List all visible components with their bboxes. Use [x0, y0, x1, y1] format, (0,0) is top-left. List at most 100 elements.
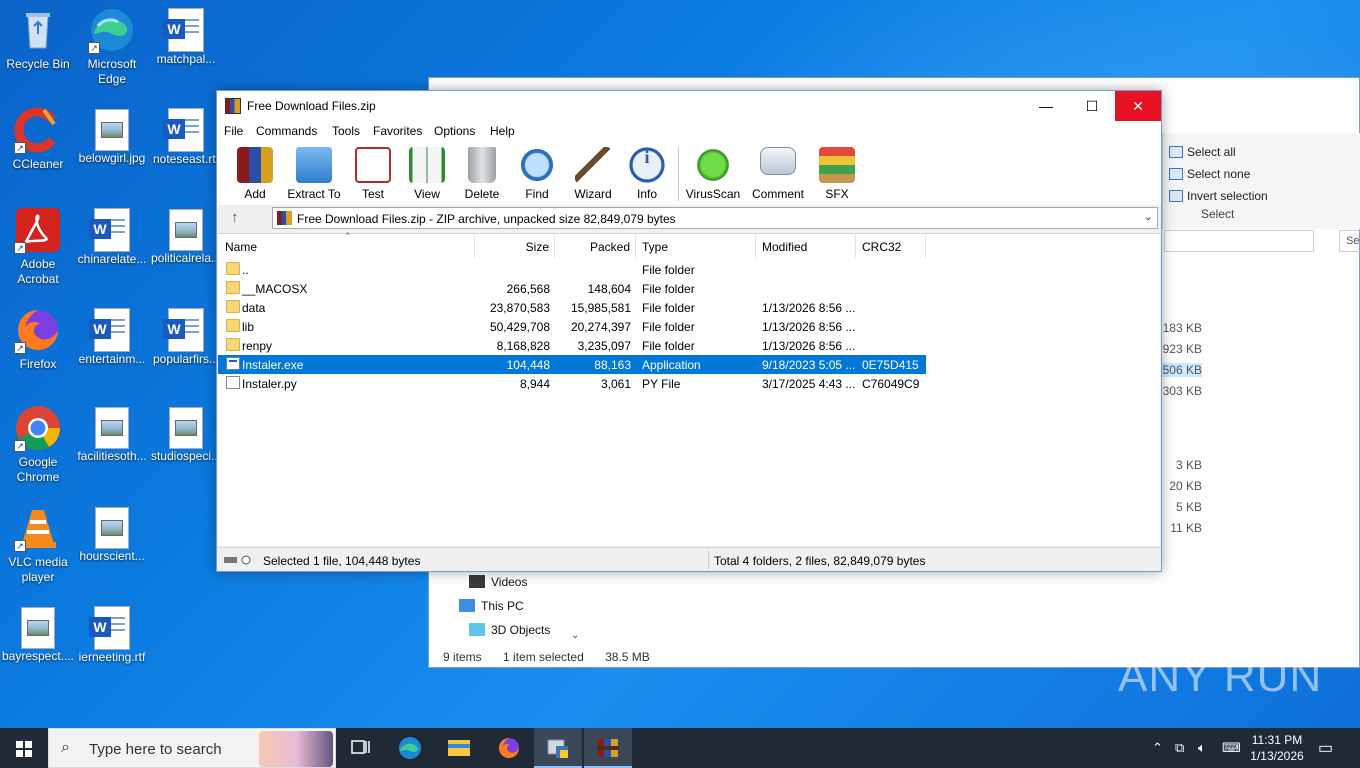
- table-row[interactable]: lib 50,429,708 20,274,397 File folder 1/…: [218, 317, 926, 336]
- file-size-selected: 506 KB: [1162, 363, 1202, 377]
- volume-icon[interactable]: 🔈︎: [1198, 740, 1206, 756]
- desktop-icon-google-chrome[interactable]: ↗ Google Chrome: [0, 404, 76, 485]
- menu-options[interactable]: Options: [434, 124, 475, 138]
- find-button[interactable]: Find: [510, 147, 564, 201]
- desktop-icon-popularfirs[interactable]: W popularfirs...: [148, 306, 224, 367]
- desktop-icon-matchpal[interactable]: W matchpal...: [148, 6, 224, 67]
- add-archive-icon: [237, 147, 273, 183]
- nav-item-3d-objects[interactable]: 3D Objects: [469, 623, 550, 637]
- scroll-down-icon[interactable]: ⌄: [571, 630, 579, 641]
- file-modified: 1/13/2026 8:56 ...: [762, 320, 856, 334]
- drive-icon: [224, 555, 251, 565]
- table-row[interactable]: data 23,870,583 15,985,581 File folder 1…: [218, 298, 926, 317]
- taskbar-edge[interactable]: [386, 728, 434, 768]
- menu-commands[interactable]: Commands: [256, 124, 317, 138]
- title-bar[interactable]: Free Download Files.zip — ☐ ✕: [217, 91, 1161, 121]
- file-name: Instaler.py: [242, 377, 297, 391]
- desktop-icon-studiospeci[interactable]: studiospeci...: [148, 404, 224, 464]
- extract-to-button[interactable]: Extract To: [286, 147, 342, 201]
- nav-item-videos[interactable]: Videos: [469, 575, 527, 589]
- up-arrow-icon[interactable]: ↑: [231, 209, 239, 226]
- network-icon[interactable]: ⧉: [1175, 740, 1184, 756]
- info-button[interactable]: i Info: [620, 147, 674, 201]
- extract-folder-icon: [296, 147, 332, 183]
- nav-item-this-pc[interactable]: This PC: [459, 599, 524, 613]
- winrar-window[interactable]: Free Download Files.zip — ☐ ✕ File Comma…: [216, 90, 1162, 572]
- image-file-icon: [95, 109, 129, 151]
- desktop-icon-adobe-acrobat[interactable]: ↗ Adobe Acrobat: [0, 206, 76, 287]
- chevron-down-icon[interactable]: ⌄: [1144, 210, 1153, 223]
- desktop-icon-belowgirl[interactable]: belowgirl.jpg: [74, 106, 150, 166]
- close-button[interactable]: ✕: [1115, 91, 1161, 121]
- column-header-size[interactable]: Size: [475, 234, 555, 258]
- file-size: 183 KB: [1162, 321, 1202, 335]
- desktop-icon-label: facilitiesoth...: [77, 449, 147, 463]
- wizard-button[interactable]: Wizard: [566, 147, 620, 201]
- table-row[interactable]: Instaler.py 8,944 3,061 PY File 3/17/202…: [218, 374, 926, 393]
- taskbar-search-box[interactable]: ⌕ Type here to search: [48, 728, 336, 768]
- desktop-icon-ccleaner[interactable]: ↗ CCleaner: [0, 106, 76, 172]
- table-row[interactable]: renpy 8,168,828 3,235,097 File folder 1/…: [218, 336, 926, 355]
- sfx-button[interactable]: SFX: [810, 147, 864, 201]
- maximize-button[interactable]: ☐: [1069, 91, 1115, 121]
- invert-selection-button[interactable]: Invert selection: [1169, 189, 1268, 203]
- desktop-icon-chinarelate[interactable]: W chinarelate...: [74, 206, 150, 267]
- table-row[interactable]: __MACOSX 266,568 148,604 File folder: [218, 279, 926, 298]
- file-size: 8,168,828: [496, 339, 550, 353]
- recycle-bin-icon: [14, 6, 62, 54]
- search-highlight-image: [259, 731, 333, 767]
- menu-help[interactable]: Help: [490, 124, 515, 138]
- table-row-selected[interactable]: Instaler.exe 104,448 88,163 Application …: [218, 355, 926, 374]
- invert-selection-icon: [1169, 190, 1183, 202]
- virusscan-button[interactable]: VirusScan: [684, 147, 742, 201]
- taskbar-winrar[interactable]: [584, 728, 632, 768]
- path-dropdown[interactable]: Free Download Files.zip - ZIP archive, u…: [272, 207, 1158, 229]
- desktop-icon-politicalrela[interactable]: politicalrela...: [148, 206, 224, 266]
- column-header-name[interactable]: ⌃ Name: [218, 231, 475, 258]
- test-button[interactable]: Test: [346, 147, 400, 201]
- desktop-icon-ierneeting[interactable]: W ierneeting.rtf: [74, 604, 150, 665]
- desktop-icon-recycle-bin[interactable]: Recycle Bin: [0, 6, 76, 72]
- desktop-icon-edge[interactable]: ↗ Microsoft Edge: [74, 6, 150, 87]
- select-all-button[interactable]: Select all: [1169, 145, 1236, 159]
- computer-icon: [459, 599, 475, 612]
- clock[interactable]: 11:31 PM 1/13/2026: [1244, 732, 1310, 764]
- column-header-modified[interactable]: Modified: [756, 234, 856, 258]
- desktop-icon-noteseast[interactable]: W noteseast.rtf: [148, 106, 224, 167]
- desktop-icon-firefox[interactable]: ↗ Firefox: [0, 306, 76, 372]
- menu-tools[interactable]: Tools: [332, 124, 360, 138]
- column-header-type[interactable]: Type: [636, 234, 756, 258]
- minimize-button[interactable]: —: [1023, 91, 1069, 121]
- column-header-crc32[interactable]: CRC32: [856, 234, 926, 258]
- select-none-button[interactable]: Select none: [1169, 167, 1250, 181]
- notifications-icon[interactable]: ▭: [1318, 738, 1333, 758]
- toolbar-label: Info: [636, 187, 657, 201]
- comment-button[interactable]: Comment: [749, 147, 807, 201]
- explorer-address-bar[interactable]: [1164, 230, 1314, 252]
- desktop-icon-facilitiesoth[interactable]: facilitiesoth...: [74, 404, 150, 464]
- file-list[interactable]: ⌃ Name Size Packed Type Modified CRC32 ..…: [218, 231, 1160, 546]
- table-row[interactable]: .. File folder: [218, 260, 926, 279]
- delete-button[interactable]: Delete: [455, 147, 509, 201]
- taskbar-python-setup[interactable]: [534, 728, 582, 768]
- desktop-icon-bayrespect[interactable]: bayrespect....: [0, 604, 76, 664]
- taskbar-firefox[interactable]: [485, 728, 533, 768]
- chevron-up-icon[interactable]: ⌃: [1152, 740, 1163, 756]
- menu-file[interactable]: File: [224, 124, 243, 138]
- desktop-icon-entertainm[interactable]: W entertainm...: [74, 306, 150, 367]
- menu-favorites[interactable]: Favorites: [373, 124, 422, 138]
- task-view-button[interactable]: [336, 728, 384, 768]
- desktop-icon-label: matchpal...: [156, 52, 216, 66]
- column-header-packed[interactable]: Packed: [555, 234, 636, 258]
- view-button[interactable]: View: [400, 147, 454, 201]
- file-crc32: C76049C9: [862, 377, 920, 391]
- add-button[interactable]: Add: [228, 147, 282, 201]
- explorer-search-input[interactable]: Sea: [1339, 230, 1360, 252]
- keyboard-icon[interactable]: ⌨: [1222, 740, 1241, 756]
- nav-label: 3D Objects: [491, 623, 551, 637]
- start-button[interactable]: [0, 728, 48, 768]
- desktop-icon-hourscient[interactable]: hourscient...: [74, 504, 150, 564]
- taskbar-file-explorer[interactable]: [435, 728, 483, 768]
- desktop-icon-vlc[interactable]: ↗ VLC media player: [0, 504, 76, 585]
- bug-icon: [695, 147, 731, 183]
